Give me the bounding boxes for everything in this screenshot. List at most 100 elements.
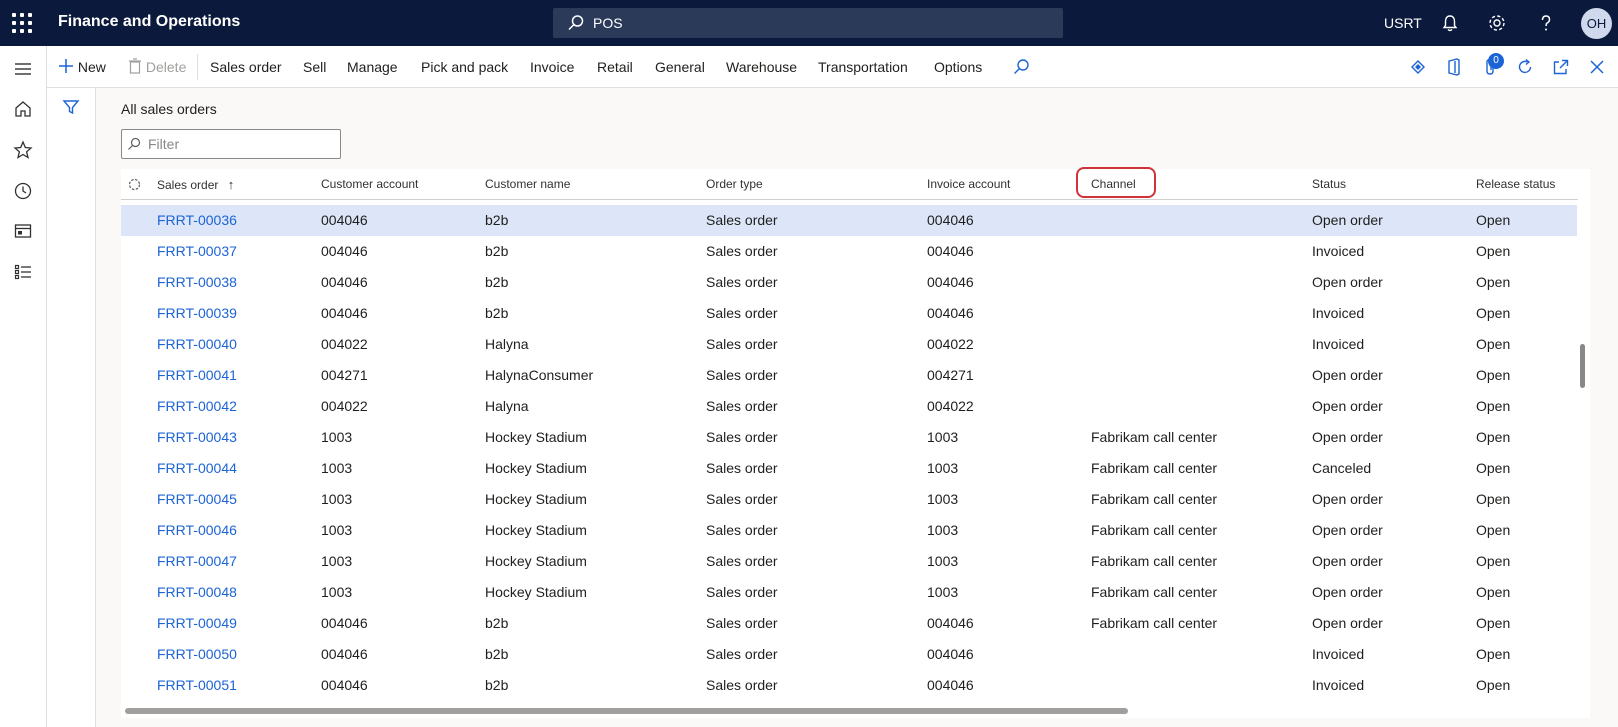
- cell-status: Open order: [1312, 367, 1383, 383]
- cell-sales-order[interactable]: FRRT-00047: [157, 546, 237, 577]
- horizontal-scrollbar-thumb[interactable]: [125, 708, 1128, 714]
- cell-sales-order[interactable]: FRRT-00036: [157, 205, 237, 236]
- cell-status: Open order: [1312, 429, 1383, 445]
- table-row[interactable]: FRRT-00049 004046 b2b Sales order 004046 Fabr…: [121, 608, 1577, 639]
- column-header-status[interactable]: Status: [1312, 169, 1346, 200]
- avatar[interactable]: OH: [1581, 8, 1612, 39]
- select-all-icon[interactable]: [128, 178, 141, 191]
- column-header-release-status[interactable]: Release status: [1476, 169, 1555, 200]
- global-search-box[interactable]: POS: [553, 8, 1063, 38]
- menu-options[interactable]: Options: [934, 46, 982, 88]
- table-row[interactable]: FRRT-00038 004046 b2b Sales order 004046 Open…: [121, 267, 1577, 298]
- table-row[interactable]: FRRT-00037 004046 b2b Sales order 004046 Invo…: [121, 236, 1577, 267]
- column-header-customer-account[interactable]: Customer account: [321, 169, 418, 200]
- table-row[interactable]: FRRT-00048 1003 Hockey Stadium Sales order 1…: [121, 577, 1577, 608]
- bell-icon[interactable]: [1439, 12, 1461, 34]
- column-header-customer-name[interactable]: Customer name: [485, 169, 570, 200]
- table-row[interactable]: FRRT-00043 1003 Hockey Stadium Sales order 1…: [121, 422, 1577, 453]
- table-row[interactable]: FRRT-00046 1003 Hockey Stadium Sales order 1…: [121, 515, 1577, 546]
- menu-general[interactable]: General: [655, 46, 705, 88]
- table-row[interactable]: FRRT-00042 004022 Halyna Sales order 004022 O…: [121, 391, 1577, 422]
- menu-sales-order[interactable]: Sales order: [210, 46, 282, 88]
- cell-status: Open order: [1312, 522, 1383, 538]
- cell-sales-order[interactable]: FRRT-00043: [157, 422, 237, 453]
- cell-invoice-account: 004022: [927, 398, 974, 414]
- cell-release-status: Open: [1476, 274, 1511, 290]
- cell-status: Open order: [1312, 212, 1383, 228]
- trash-icon: [129, 58, 141, 74]
- refresh-icon[interactable]: [1515, 57, 1535, 77]
- hamburger-menu-icon[interactable]: [12, 58, 34, 80]
- cell-release-status: Open: [1476, 336, 1511, 352]
- cell-sales-order[interactable]: FRRT-00042: [157, 391, 237, 422]
- menu-sell[interactable]: Sell: [303, 46, 326, 88]
- table-row[interactable]: FRRT-00040 004022 Halyna Sales order 004022 I…: [121, 329, 1577, 360]
- menu-manage[interactable]: Manage: [347, 46, 398, 88]
- home-icon[interactable]: [12, 98, 34, 120]
- grid-filter-input[interactable]: [121, 129, 341, 159]
- cell-sales-order[interactable]: FRRT-00049: [157, 608, 237, 639]
- app-launcher-icon[interactable]: [12, 13, 32, 33]
- cell-sales-order[interactable]: FRRT-00051: [157, 670, 237, 701]
- cell-sales-order[interactable]: FRRT-00045: [157, 484, 237, 515]
- app-title[interactable]: Finance and Operations: [58, 13, 240, 31]
- table-row[interactable]: FRRT-00045 1003 Hockey Stadium Sales order 1…: [121, 484, 1577, 515]
- table-row[interactable]: FRRT-00051 004046 b2b Sales order 004046 Invo…: [121, 670, 1577, 701]
- open-in-new-window-icon[interactable]: [1551, 57, 1571, 77]
- table-row[interactable]: FRRT-00036 004046 b2b Sales order 004046 Open…: [121, 205, 1577, 236]
- cell-sales-order[interactable]: FRRT-00041: [157, 360, 237, 391]
- plus-icon: [59, 59, 73, 73]
- filter-funnel-icon[interactable]: [61, 97, 81, 117]
- table-row[interactable]: FRRT-00047 1003 Hockey Stadium Sales order 1…: [121, 546, 1577, 577]
- cell-sales-order[interactable]: FRRT-00048: [157, 577, 237, 608]
- menu-transportation[interactable]: Transportation: [818, 46, 908, 88]
- cell-invoice-account: 1003: [927, 553, 959, 569]
- cell-order-type: Sales order: [706, 460, 778, 476]
- modules-list-icon[interactable]: [12, 261, 34, 283]
- power-apps-icon[interactable]: [1408, 57, 1428, 77]
- table-row[interactable]: FRRT-00044 1003 Hockey Stadium Sales order 1…: [121, 453, 1577, 484]
- cell-sales-order[interactable]: FRRT-00038: [157, 267, 237, 298]
- vertical-scrollbar-thumb[interactable]: [1580, 344, 1585, 388]
- column-header-order-type[interactable]: Order type: [706, 169, 763, 200]
- menu-warehouse[interactable]: Warehouse: [726, 46, 797, 88]
- cell-channel: Fabrikam call center: [1091, 429, 1218, 445]
- cell-sales-order[interactable]: FRRT-00040: [157, 329, 237, 360]
- company-picker[interactable]: USRT: [1384, 15, 1422, 31]
- cell-sales-order[interactable]: FRRT-00039: [157, 298, 237, 329]
- cell-release-status: Open: [1476, 522, 1511, 538]
- cell-customer-name: b2b: [485, 212, 509, 228]
- cell-status: Open order: [1312, 398, 1383, 414]
- clock-recent-icon[interactable]: [12, 180, 34, 202]
- cell-order-type: Sales order: [706, 553, 778, 569]
- cell-sales-order[interactable]: FRRT-00044: [157, 453, 237, 484]
- cell-customer-account: 004046: [321, 646, 368, 662]
- menu-pick-and-pack[interactable]: Pick and pack: [421, 46, 508, 88]
- cell-sales-order[interactable]: FRRT-00046: [157, 515, 237, 546]
- cell-customer-name: HalynaConsumer: [485, 367, 594, 383]
- new-button[interactable]: New: [58, 46, 106, 88]
- table-row[interactable]: FRRT-00041 004271 HalynaConsumer Sales orde…: [121, 360, 1577, 391]
- gear-icon[interactable]: [1486, 12, 1508, 34]
- attachments-count-badge: 0: [1488, 53, 1504, 69]
- star-favorites-icon[interactable]: [12, 139, 34, 161]
- delete-button[interactable]: Delete: [128, 46, 186, 88]
- table-row[interactable]: FRRT-00039 004046 b2b Sales order 004046 Invo…: [121, 298, 1577, 329]
- cell-invoice-account: 004046: [927, 212, 974, 228]
- column-header-sales-order[interactable]: Sales order ↑: [157, 169, 234, 200]
- cell-status: Open order: [1312, 615, 1383, 631]
- table-row[interactable]: FRRT-00050 004046 b2b Sales order 004046 Invo…: [121, 639, 1577, 670]
- help-icon[interactable]: [1535, 12, 1557, 34]
- close-icon[interactable]: [1587, 57, 1607, 77]
- cell-customer-name: Hockey Stadium: [485, 429, 587, 445]
- workspaces-icon[interactable]: [12, 220, 34, 242]
- column-header-invoice-account[interactable]: Invoice account: [927, 169, 1010, 200]
- action-search-icon[interactable]: [1011, 57, 1031, 77]
- menu-invoice[interactable]: Invoice: [530, 46, 574, 88]
- cell-release-status: Open: [1476, 243, 1511, 259]
- office-icon[interactable]: [1444, 57, 1464, 77]
- cell-customer-name: Halyna: [485, 398, 529, 414]
- cell-sales-order[interactable]: FRRT-00037: [157, 236, 237, 267]
- menu-retail[interactable]: Retail: [597, 46, 633, 88]
- cell-sales-order[interactable]: FRRT-00050: [157, 639, 237, 670]
